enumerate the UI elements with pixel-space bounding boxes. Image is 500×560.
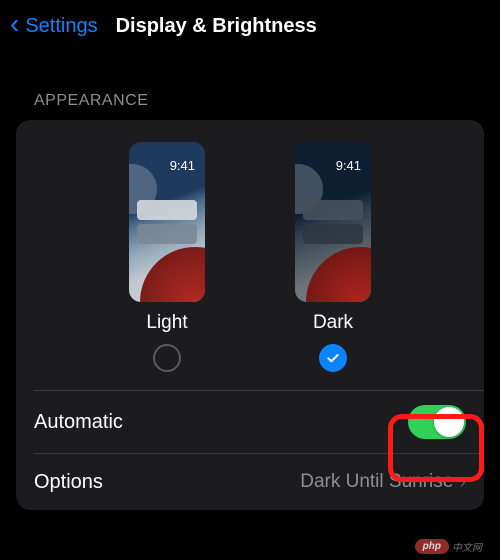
- light-radio[interactable]: [153, 344, 181, 372]
- options-row[interactable]: Options Dark Until Sunrise ›: [16, 454, 484, 510]
- options-label: Options: [34, 471, 103, 494]
- automatic-label: Automatic: [34, 411, 123, 434]
- appearance-options: 9:41 Light 9:41 Dark: [16, 120, 484, 390]
- watermark: php 中文网: [415, 539, 482, 554]
- preview-widgets: [303, 200, 363, 244]
- preview-widgets: [137, 200, 197, 244]
- dark-preview-icon: 9:41: [295, 142, 371, 302]
- nav-bar: ‹ Settings Display & Brightness: [0, 0, 500, 52]
- options-detail-text: Dark Until Sunrise: [300, 471, 453, 493]
- watermark-text: 中文网: [452, 539, 482, 554]
- back-button-label[interactable]: Settings: [25, 15, 97, 38]
- automatic-toggle[interactable]: [408, 405, 466, 439]
- toggle-knob-icon: [434, 407, 464, 437]
- appearance-card: 9:41 Light 9:41 Dark: [16, 120, 484, 510]
- back-chevron-icon[interactable]: ‹: [10, 10, 19, 38]
- chevron-right-icon: ›: [459, 471, 466, 494]
- dark-radio[interactable]: [319, 344, 347, 372]
- page-title: Display & Brightness: [116, 15, 317, 38]
- light-label: Light: [146, 312, 187, 334]
- checkmark-icon: [325, 350, 341, 366]
- automatic-row: Automatic: [16, 391, 484, 453]
- watermark-pill: php: [415, 539, 449, 554]
- appearance-mode-light[interactable]: 9:41 Light: [129, 142, 205, 372]
- light-preview-icon: 9:41: [129, 142, 205, 302]
- preview-time: 9:41: [336, 158, 361, 173]
- preview-time: 9:41: [170, 158, 195, 173]
- appearance-section-header: APPEARANCE: [0, 52, 500, 120]
- dark-label: Dark: [313, 312, 353, 334]
- options-detail: Dark Until Sunrise ›: [300, 471, 466, 494]
- appearance-mode-dark[interactable]: 9:41 Dark: [295, 142, 371, 372]
